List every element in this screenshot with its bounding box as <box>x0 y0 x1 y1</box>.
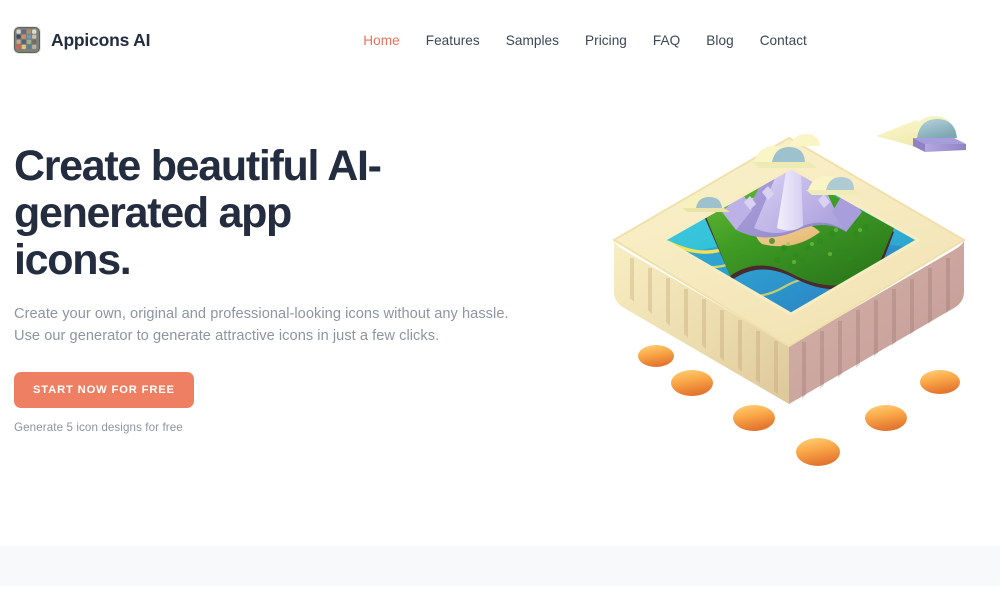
landing-page: Appicons AI Home Features Samples Pricin… <box>0 0 1000 600</box>
nav-item-contact[interactable]: Contact <box>747 27 820 54</box>
nav-item-home[interactable]: Home <box>350 27 412 54</box>
nav-item-blog[interactable]: Blog <box>693 27 746 54</box>
app-grid-logo-icon <box>14 27 40 53</box>
start-now-for-free-button[interactable]: Start now for free <box>14 372 194 409</box>
cta-note: Generate 5 icon designs for free <box>14 421 183 435</box>
nav-item-pricing[interactable]: Pricing <box>572 27 640 54</box>
next-section-band <box>0 546 1000 586</box>
brand-name: Appicons AI <box>51 29 151 50</box>
brand-logo-link[interactable]: Appicons AI <box>14 27 150 53</box>
nav-item-faq[interactable]: FAQ <box>640 27 693 54</box>
island-volcano-3d-app-icon <box>586 80 986 480</box>
hero-copy: Create beautiful AI-generated app icons.… <box>14 143 534 434</box>
nav-item-features[interactable]: Features <box>413 27 493 54</box>
floating-cloud-icon <box>876 116 966 152</box>
nav-item-samples[interactable]: Samples <box>493 27 572 54</box>
site-header: Appicons AI Home Features Samples Pricin… <box>0 0 1000 80</box>
hero-subtitle: Create your own, original and profession… <box>14 306 509 344</box>
page-bottom-space <box>0 586 1000 600</box>
main-nav: Home Features Samples Pricing FAQ Blog C… <box>350 27 820 54</box>
hero-section: Create beautiful AI-generated app icons.… <box>0 80 1000 546</box>
hero-title: Create beautiful AI-generated app icons. <box>14 142 382 284</box>
